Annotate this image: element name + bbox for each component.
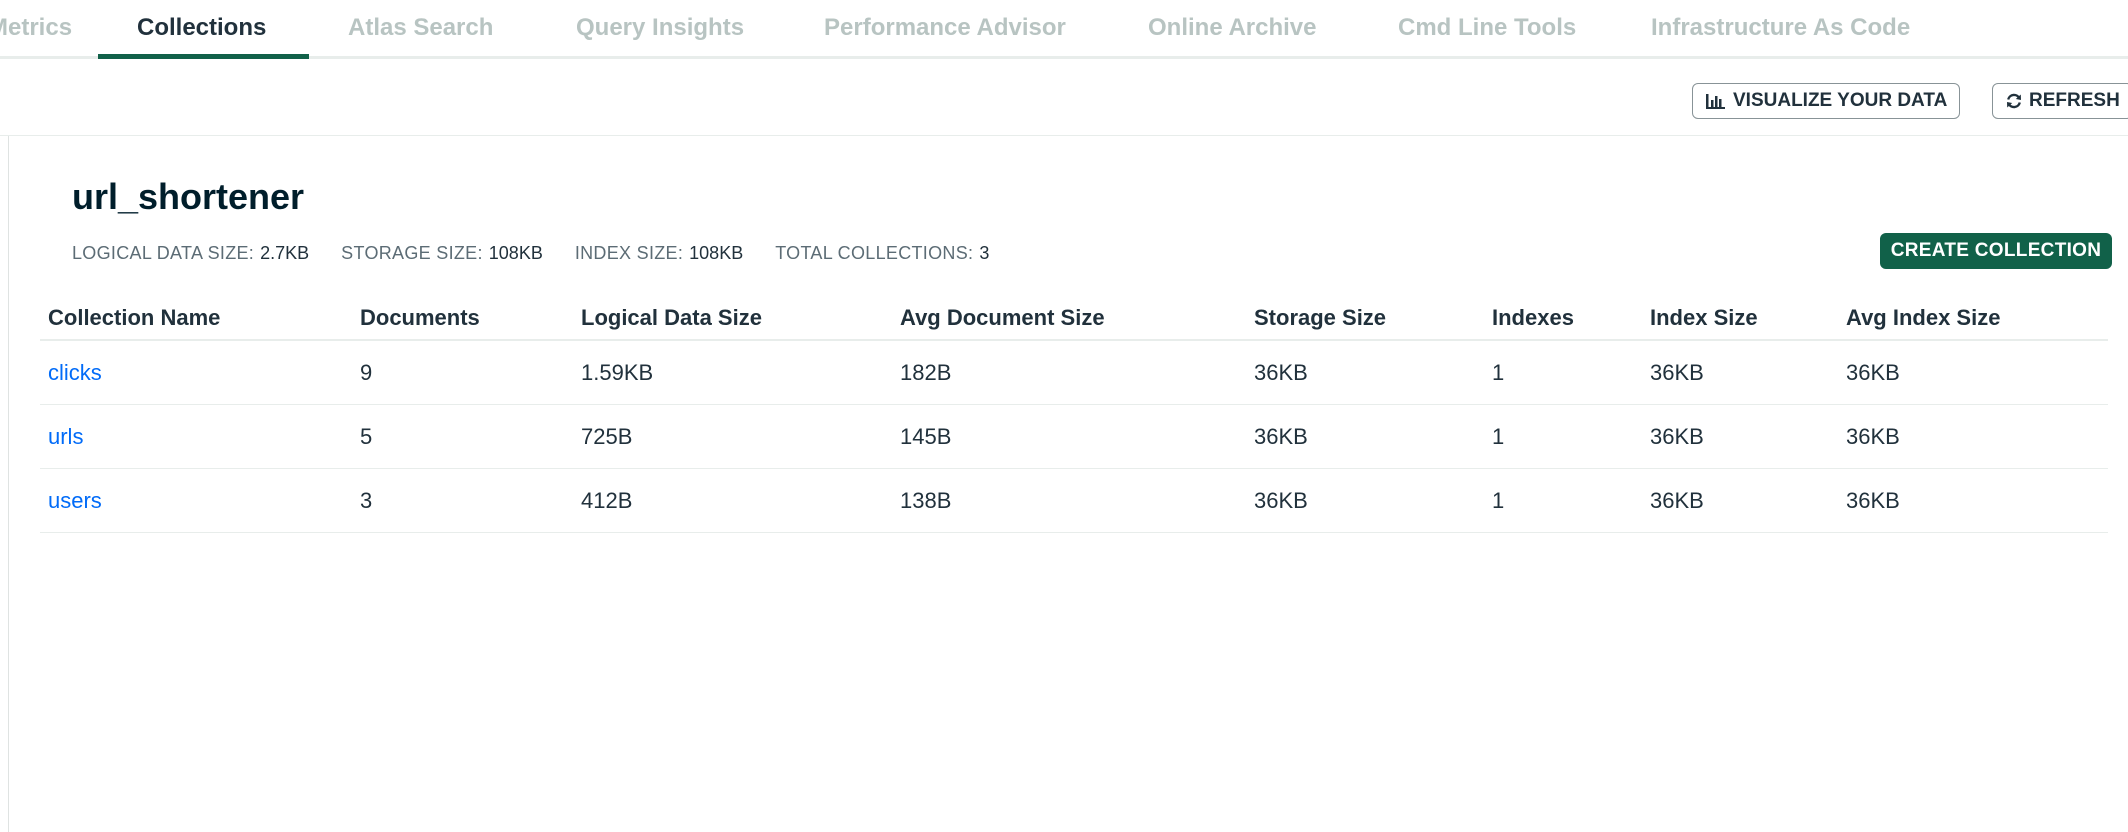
tab-collections[interactable]: Collections [137,14,266,59]
documents-cell: 9 [360,359,373,385]
stat-storage-size: STORAGE SIZE: 108KB [341,243,543,264]
indexes-cell: 1 [1492,487,1505,513]
tab-infrastructure-as-code[interactable]: Infrastructure As Code [1651,14,1910,59]
section-tabs: Metrics Collections Atlas Search Query I… [0,0,2128,59]
avg-document-size-cell: 182B [900,359,952,385]
collection-link[interactable]: urls [48,405,83,468]
stat-value: 108KB [488,242,543,263]
column-header-collection-name[interactable]: Collection Name [48,296,220,339]
tab-cmd-line-tools[interactable]: Cmd Line Tools [1398,14,1576,59]
table-header-row: Collection Name Documents Logical Data S… [40,296,2108,341]
index-size-cell: 36KB [1650,423,1704,449]
refresh-button[interactable]: REFRESH [1992,83,2128,119]
documents-cell: 5 [360,423,373,449]
tab-metrics[interactable]: Metrics [0,14,72,59]
stat-logical-data-size: LOGICAL DATA SIZE: 2.7KB [72,243,309,264]
documents-cell: 3 [360,487,373,513]
bar-chart-icon [1705,92,1727,110]
stat-label: LOGICAL DATA SIZE: [72,242,255,263]
indexes-cell: 1 [1492,359,1505,385]
refresh-icon [2005,92,2023,110]
database-stats: LOGICAL DATA SIZE: 2.7KB STORAGE SIZE: 108… [72,241,1021,265]
visualize-data-label: VISUALIZE YOUR DATA [1733,90,1948,111]
avg-document-size-cell: 138B [900,487,952,513]
stat-value: 2.7KB [260,242,310,263]
index-size-cell: 36KB [1650,487,1704,513]
avg-document-size-cell: 145B [900,423,952,449]
tab-performance-advisor[interactable]: Performance Advisor [824,14,1066,59]
column-header-index-size[interactable]: Index Size [1650,296,1758,339]
database-title: url_shortener [72,176,305,217]
avg-index-size-cell: 36KB [1846,487,1900,513]
stat-label: STORAGE SIZE: [341,242,483,263]
stat-index-size: INDEX SIZE: 108KB [575,243,743,264]
storage-size-cell: 36KB [1254,487,1308,513]
table-row: users 3 412B 138B 36KB 1 36KB 36KB [40,469,2108,533]
column-header-logical-data-size[interactable]: Logical Data Size [581,296,762,339]
collection-link[interactable]: users [48,469,102,532]
column-header-avg-document-size[interactable]: Avg Document Size [900,296,1105,339]
stat-value: 3 [979,242,990,263]
column-header-indexes[interactable]: Indexes [1492,296,1574,339]
column-header-storage-size[interactable]: Storage Size [1254,296,1386,339]
storage-size-cell: 36KB [1254,423,1308,449]
logical-data-size-cell: 412B [581,487,633,513]
visualize-data-button[interactable]: VISUALIZE YOUR DATA [1692,83,1961,119]
stat-label: INDEX SIZE: [574,242,684,263]
logical-data-size-cell: 1.59KB [581,359,654,385]
tab-atlas-search[interactable]: Atlas Search [348,14,493,59]
collections-page: Metrics Collections Atlas Search Query I… [0,0,2128,832]
stat-label: TOTAL COLLECTIONS: [775,242,974,263]
column-header-documents[interactable]: Documents [360,296,480,339]
avg-index-size-cell: 36KB [1846,423,1900,449]
column-header-avg-index-size[interactable]: Avg Index Size [1846,296,2000,339]
logical-data-size-cell: 725B [581,423,633,449]
toolbar: VISUALIZE YOUR DATA REFRESH [0,59,2128,136]
table-row: clicks 9 1.59KB 182B 36KB 1 36KB 36KB [40,341,2108,405]
left-divider [8,136,9,832]
tab-online-archive[interactable]: Online Archive [1148,14,1317,59]
collections-table: Collection Name Documents Logical Data S… [40,296,2108,533]
indexes-cell: 1 [1492,423,1505,449]
stat-value: 108KB [689,242,744,263]
storage-size-cell: 36KB [1254,359,1308,385]
tab-query-insights[interactable]: Query Insights [576,14,744,59]
collection-link[interactable]: clicks [48,341,102,404]
create-collection-button[interactable]: CREATE COLLECTION [1880,233,2112,269]
index-size-cell: 36KB [1650,359,1704,385]
refresh-label: REFRESH [2029,90,2120,111]
table-row: urls 5 725B 145B 36KB 1 36KB 36KB [40,405,2108,469]
stat-total-collections: TOTAL COLLECTIONS: 3 [775,243,989,264]
avg-index-size-cell: 36KB [1846,359,1900,385]
